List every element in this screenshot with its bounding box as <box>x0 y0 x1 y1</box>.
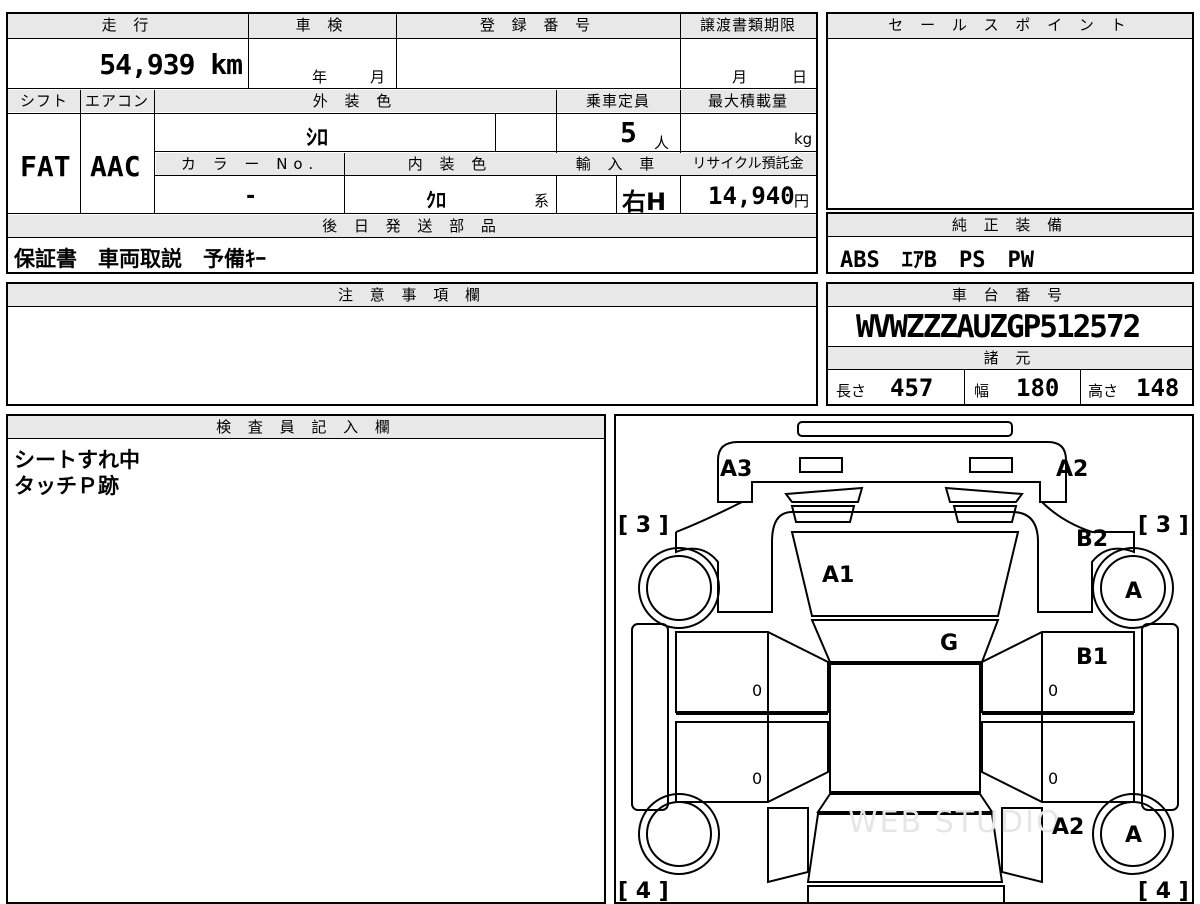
recycle-deposit-unit: 円 <box>794 192 810 210</box>
mark-a-wheel-rear: A <box>1125 823 1142 848</box>
chassis-number-header: 車 台 番 号 <box>828 284 1192 306</box>
width-label: 幅 <box>974 382 990 400</box>
height-label: 高さ <box>1088 382 1119 400</box>
mark-a2-front: A2 <box>1056 457 1088 482</box>
height-value: 148 <box>1136 374 1180 402</box>
interior-color-value: ｸﾛ <box>426 188 446 212</box>
recycle-deposit-value: 14,940 <box>708 182 795 210</box>
sales-point-box: セ ー ル ス ポ イ ン ト <box>826 12 1194 210</box>
mark-b1: B1 <box>1076 645 1108 670</box>
inspection-month-label: 月 <box>370 68 386 86</box>
mark-a-wheel-front: A <box>1125 579 1142 604</box>
exterior-color-header: 外 装 色 <box>154 90 556 112</box>
capacity-header: 乗車定員 <box>556 90 680 112</box>
sales-point-header: セ ー ル ス ポ イ ン ト <box>828 14 1192 38</box>
inspector-line-2: タッチＰ跡 <box>14 474 119 498</box>
registration-header: 登 録 番 号 <box>396 14 680 38</box>
bracket-front-right: [ 3 ] <box>1138 513 1189 538</box>
bracket-rear-left: [ 4 ] <box>618 879 669 902</box>
exterior-color-value: ｼﾛ <box>306 126 329 151</box>
recycle-deposit-header: リサイクル預託金 <box>680 153 816 175</box>
mark-zero-3: 0 <box>752 769 762 788</box>
shift-header: シフト <box>8 90 80 112</box>
mark-zero-1: 0 <box>752 681 762 700</box>
mileage-header: 走 行 <box>8 14 248 38</box>
mark-a3: A3 <box>720 457 752 482</box>
genuine-equipment-box: 純 正 装 備 ABS ｴｱB PS PW <box>826 212 1194 274</box>
mark-a1: A1 <box>822 563 854 588</box>
mark-zero-4: 0 <box>1048 769 1058 788</box>
inspector-header: 検 査 員 記 入 欄 <box>8 416 604 438</box>
shift-value: FAT <box>20 150 71 183</box>
max-load-header: 最大積載量 <box>680 90 816 112</box>
car-diagram: WEB STUDIO A3 A2 A1 G B2 B1 A A A2 0 0 0… <box>618 421 1189 902</box>
mileage-value: 54,939 km <box>99 48 243 81</box>
mark-zero-2: 0 <box>1048 681 1058 700</box>
import-header: 輸 入 車 <box>556 153 680 175</box>
mark-a2-rear: A2 <box>1052 815 1084 840</box>
bracket-front-left: [ 3 ] <box>618 513 669 538</box>
capacity-unit: 人 <box>654 134 670 152</box>
transfer-day-label: 日 <box>792 68 808 86</box>
capacity-value: 5 <box>620 116 637 149</box>
inspection-year-label: 年 <box>312 68 328 86</box>
inspection-header: 車 検 <box>248 14 396 38</box>
import-value: 右H <box>622 188 667 216</box>
vehicle-info-table: 走 行 車 検 登 録 番 号 譲渡書類期限 54,939 km 年 月 月 日… <box>6 12 818 274</box>
chassis-box: 車 台 番 号 WVWZZZAUZGP512572 諸 元 長さ 457 幅 1… <box>826 282 1194 406</box>
length-value: 457 <box>890 374 934 402</box>
later-parts-value: 保証書 車両取説 予備ｷｰ <box>14 247 266 271</box>
color-number-value: - <box>244 184 258 209</box>
chassis-number-value: WVWZZZAUZGP512572 <box>856 309 1141 345</box>
mark-b2: B2 <box>1076 527 1108 552</box>
interior-color-suffix: 系 <box>534 192 550 210</box>
mark-g: G <box>940 631 958 656</box>
bracket-rear-right: [ 4 ] <box>1138 879 1189 902</box>
length-label: 長さ <box>836 382 867 400</box>
genuine-equipment-header: 純 正 装 備 <box>828 214 1192 236</box>
genuine-equipment-value: ABS ｴｱB PS PW <box>840 248 1034 273</box>
notes-box: 注 意 事 項 欄 <box>6 282 818 406</box>
inspector-box: 検 査 員 記 入 欄 シートすれ中 タッチＰ跡 <box>6 414 606 904</box>
color-number-header: カ ラ ー No. <box>156 153 344 175</box>
width-value: 180 <box>1016 374 1060 402</box>
transfer-month-label: 月 <box>732 68 748 86</box>
diagram-watermark: WEB STUDIO <box>848 805 1062 840</box>
later-parts-header: 後 日 発 送 部 品 <box>8 215 816 237</box>
max-load-unit: kg <box>794 130 813 148</box>
ac-header: エアコン <box>80 90 154 112</box>
ac-value: AAC <box>90 150 141 183</box>
specs-header: 諸 元 <box>828 347 1192 369</box>
transfer-deadline-header: 譲渡書類期限 <box>680 14 816 38</box>
notes-header: 注 意 事 項 欄 <box>8 284 816 306</box>
car-diagram-box: WEB STUDIO A3 A2 A1 G B2 B1 A A A2 0 0 0… <box>614 414 1194 904</box>
interior-color-header: 内 装 色 <box>344 153 556 175</box>
